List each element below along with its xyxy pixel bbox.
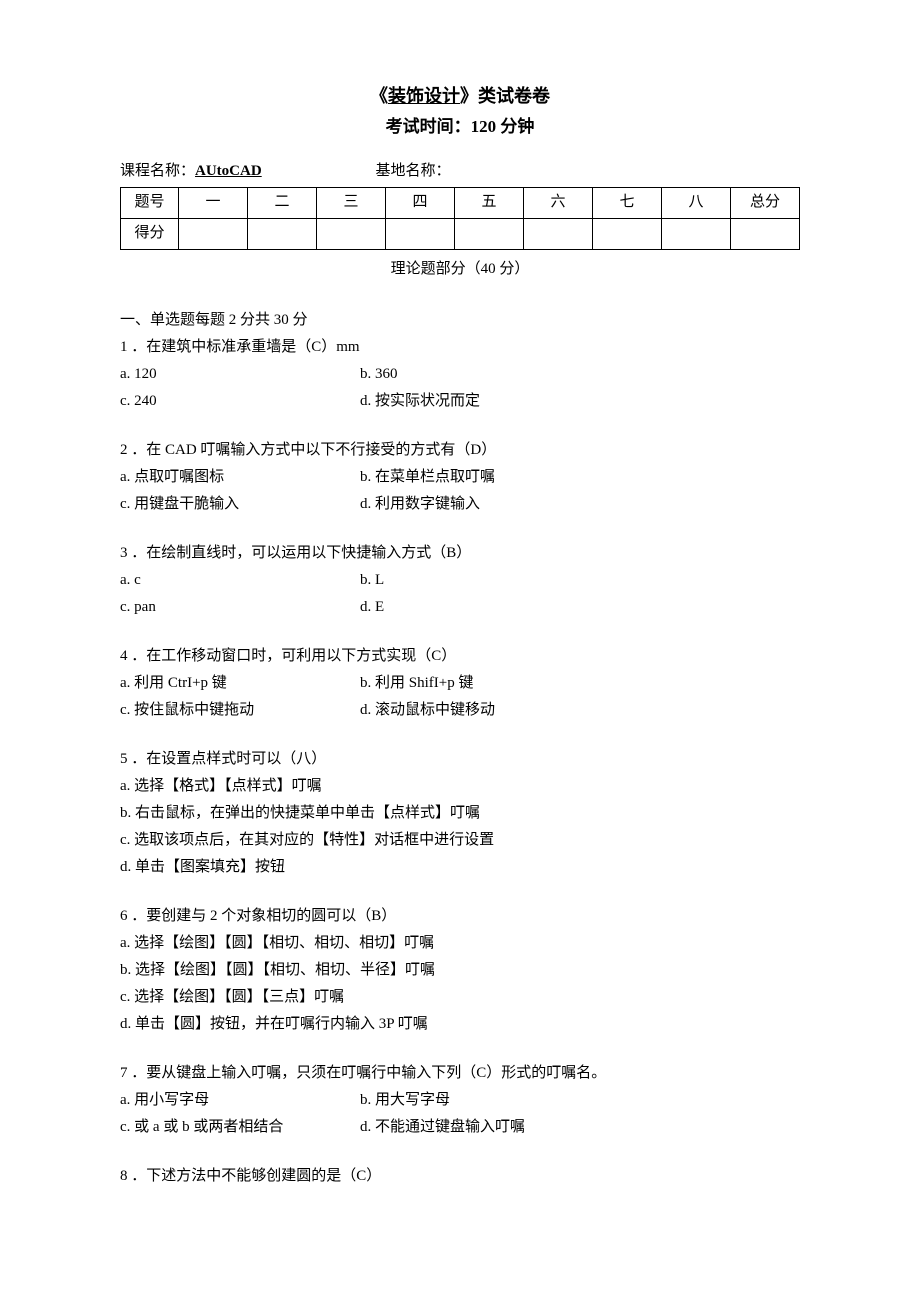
subtitle: 考试时间：120 分钟 [120,112,800,143]
q4-opt-d: d. 滚动鼠标中键移动 [360,697,800,724]
cell-empty [593,218,662,249]
page-title: 《装饰设计》类试卷卷 [120,80,800,112]
cell-empty [731,218,800,249]
q3-opt-d: d. E [360,594,800,621]
cell: 五 [455,187,524,218]
q3-stem: 3 ．在绘制直线时，可以运用以下快捷输入方式（B） [120,540,800,567]
q6-opt-a: a. 选择【绘图】【圆】【相切、相切、相切】叮嘱 [120,930,800,957]
cell: 六 [524,187,593,218]
q4-opt-c: c. 按住鼠标中键拖动 [120,697,360,724]
cell: 总分 [731,187,800,218]
q5-opt-a: a. 选择【格式】【点样式】叮嘱 [120,773,800,800]
theory-header: 理论题部分（40 分） [120,256,800,283]
cell-empty [179,218,248,249]
q1-opt-c: c. 240 [120,388,360,415]
q5-opt-d: d. 单击【图案填充】按钮 [120,854,800,881]
q6-opt-d: d. 单击【圆】按钮，并在叮嘱行内输入 3P 叮嘱 [120,1011,800,1038]
cell-empty [386,218,455,249]
cell: 二 [248,187,317,218]
q3-opt-a: a. c [120,567,360,594]
cell-header: 题号 [121,187,179,218]
q4-stem: 4 ．在工作移动窗口时，可利用以下方式实现（C） [120,643,800,670]
cell-empty [524,218,593,249]
q6-opt-c: c. 选择【绘图】【圆】【三点】叮嘱 [120,984,800,1011]
q3-opt-b: b. L [360,567,800,594]
cell: 七 [593,187,662,218]
q7-stem: 7 ．要从键盘上输入叮嘱，只须在叮嘱行中输入下列（C）形式的叮嘱名。 [120,1060,800,1087]
section1-header: 一、单选题每题 2 分共 30 分 [120,307,800,334]
meta-row: 课程名称：AUtoCAD 基地名称： [120,158,800,185]
q5-opt-c: c. 选取该项点后，在其对应的【特性】对话框中进行设置 [120,827,800,854]
cell-header: 得分 [121,218,179,249]
cell-empty [248,218,317,249]
q7-opt-c: c. 或 a 或 b 或两者相结合 [120,1114,360,1141]
cell-empty [455,218,524,249]
q4-opt-b: b. 利用 ShifI+p 键 [360,670,800,697]
q6-opt-b: b. 选择【绘图】【圆】【相切、相切、半径】叮嘱 [120,957,800,984]
cell: 八 [662,187,731,218]
table-row: 题号 一 二 三 四 五 六 七 八 总分 [121,187,800,218]
q7-opt-d: d. 不能通过键盘输入叮嘱 [360,1114,800,1141]
title-post: 》类试卷卷 [460,86,550,106]
q1-stem: 1 ．在建筑中标准承重墙是（C）mm [120,334,800,361]
cell: 一 [179,187,248,218]
title-underlined: 装饰设计 [388,86,460,106]
q7-opt-a: a. 用小写字母 [120,1087,360,1114]
q5-opt-b: b. 右击鼠标，在弹出的快捷菜单中单击【点样式】叮嘱 [120,800,800,827]
q1-opt-d: d. 按实际状况而定 [360,388,800,415]
course-value: AUtoCAD [195,163,262,179]
score-table: 题号 一 二 三 四 五 六 七 八 总分 得分 [120,187,800,250]
q6-stem: 6 ．要创建与 2 个对象相切的圆可以（B） [120,903,800,930]
cell: 三 [317,187,386,218]
cell-empty [662,218,731,249]
title-pre: 《 [370,86,388,106]
q4-opt-a: a. 利用 CtrI+p 键 [120,670,360,697]
cell: 四 [386,187,455,218]
q2-opt-c: c. 用键盘干脆输入 [120,491,360,518]
table-row: 得分 [121,218,800,249]
cell-empty [317,218,386,249]
base-label: 基地名称： [375,158,450,185]
q2-opt-a: a. 点取叮嘱图标 [120,464,360,491]
q2-stem: 2 ．在 CAD 叮嘱输入方式中以下不行接受的方式有（D） [120,437,800,464]
course-label: 课程名称： [120,163,195,179]
q1-opt-a: a. 120 [120,361,360,388]
q1-opt-b: b. 360 [360,361,800,388]
q7-opt-b: b. 用大写字母 [360,1087,800,1114]
q3-opt-c: c. pan [120,594,360,621]
q2-opt-d: d. 利用数字键输入 [360,491,800,518]
q5-stem: 5 ．在设置点样式时可以（八） [120,746,800,773]
q2-opt-b: b. 在菜单栏点取叮嘱 [360,464,800,491]
q8-stem: 8 ．下述方法中不能够创建圆的是（C） [120,1163,800,1190]
